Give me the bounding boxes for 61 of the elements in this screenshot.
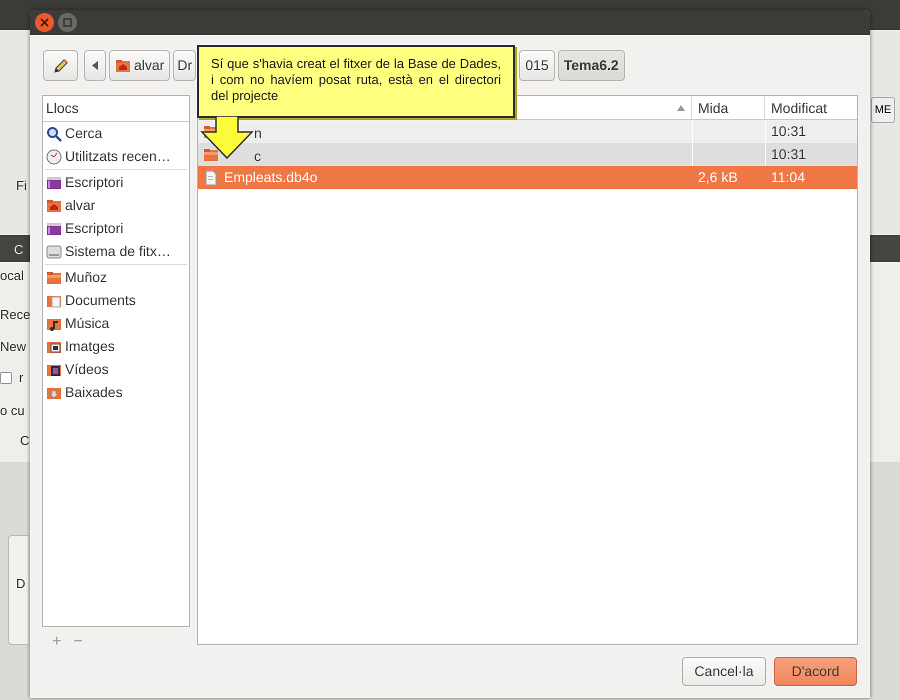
column-header[interactable]: Mida (692, 96, 765, 119)
label: Rece (0, 307, 30, 323)
desktop-icon (46, 220, 62, 236)
folder-icon (203, 146, 219, 162)
label: o cu (0, 403, 25, 419)
note-tooltip: Sí que s'havia creat el fitxer de la Base de Dades, i com no havíem posat ruta, està en el directori del projecte (197, 45, 515, 118)
home-folder-icon (115, 58, 131, 74)
left-arrow-icon (92, 61, 98, 70)
label: C (20, 433, 30, 449)
file-name: n (254, 124, 262, 142)
pencil-icon (52, 56, 70, 74)
file-row[interactable]: c 10:31 (198, 143, 857, 166)
path-button[interactable]: 015 (519, 50, 555, 81)
file-time: 10:31 (771, 145, 806, 164)
path-button[interactable]: Dr (173, 50, 196, 81)
close-button[interactable] (35, 13, 54, 32)
place-item[interactable]: Escriptori (65, 218, 124, 239)
sort-arrow-icon (677, 104, 685, 110)
place-item[interactable]: Escriptori (65, 172, 124, 193)
maximize-button[interactable] (58, 13, 77, 32)
label: Fi (16, 178, 27, 194)
place-item[interactable]: Música (65, 313, 110, 334)
place-item[interactable]: Baixades (65, 382, 123, 403)
back-button[interactable] (84, 50, 106, 81)
places-header: Llocs (43, 96, 189, 122)
checkbox[interactable] (0, 372, 12, 384)
checkbox-label: r (19, 370, 24, 386)
place-item[interactable]: Documents (65, 290, 136, 311)
place-item[interactable]: Utilitzats recen… (65, 146, 171, 167)
file-time: 11:04 (771, 168, 805, 187)
tab[interactable]: ocal (0, 268, 24, 284)
drive-icon (46, 244, 62, 260)
folder-icon (46, 270, 62, 286)
place-item[interactable]: Imatges (65, 336, 115, 357)
path-button[interactable]: alvar (109, 50, 170, 81)
search-icon (46, 126, 62, 142)
file-name: Empleats.db4o (224, 168, 318, 187)
place-item[interactable]: Muñoz (65, 267, 108, 288)
clock-icon (46, 148, 62, 164)
place-item[interactable]: Vídeos (65, 359, 109, 380)
place-item[interactable]: Sistema de fitx… (65, 241, 171, 262)
ok-button[interactable]: D'acord (774, 657, 857, 686)
file-name: c (254, 146, 261, 166)
maximize-icon (63, 18, 72, 27)
window-title: C (14, 242, 24, 258)
label: New (0, 339, 26, 355)
home-folder-icon (46, 198, 62, 214)
file-size: 2,6 kB (698, 168, 738, 187)
edit-button[interactable] (43, 50, 78, 81)
desktop-icon (46, 174, 62, 190)
cancel-button[interactable]: Cancel·la (682, 657, 766, 686)
file-icon (203, 170, 219, 186)
close-icon (40, 18, 49, 27)
label: D (16, 576, 26, 592)
file-time: 10:31 (771, 122, 806, 141)
place-item[interactable]: Cerca (65, 123, 102, 144)
button[interactable]: ME (871, 97, 895, 123)
place-item[interactable]: alvar (65, 195, 96, 216)
file-row[interactable]: n 10:31 (198, 120, 857, 143)
path-button[interactable]: Tema6.2 (558, 50, 625, 81)
column-header[interactable]: Modificat (765, 96, 857, 119)
